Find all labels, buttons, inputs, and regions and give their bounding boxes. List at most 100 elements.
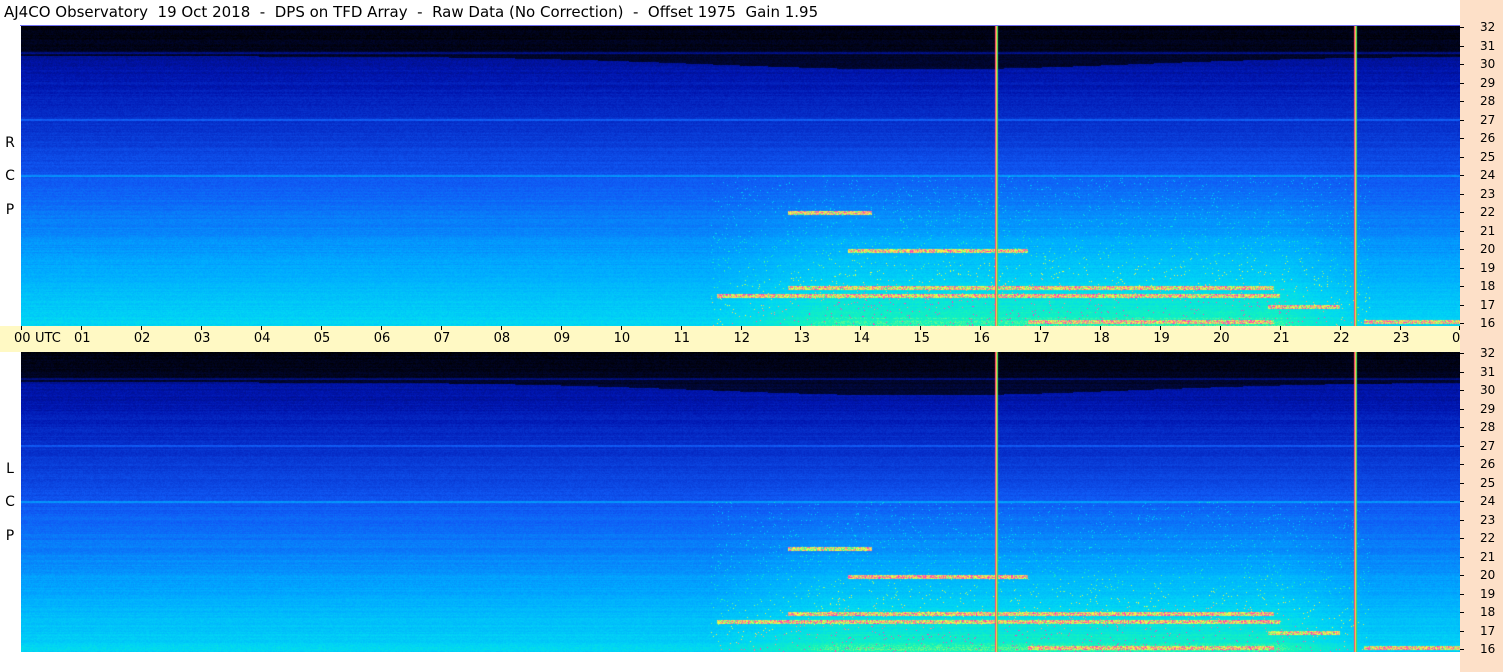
- lcp-freq-label: 32: [1480, 346, 1496, 360]
- utc-tick: [1220, 326, 1222, 330]
- utc-tick-label: 09: [553, 331, 571, 346]
- lcp-freq-label: 18: [1480, 605, 1496, 619]
- utc-time-axis: 00 UTC 01 02 03 04 05 06 07 08 09 10 11 12 13 14 15 16 17 1…: [0, 326, 1498, 352]
- lcp-freq-tick: [1460, 612, 1464, 613]
- utc-tick-label: 00: [14, 331, 31, 346]
- rcp-freq-label: 19: [1480, 260, 1496, 275]
- rcp-freq-label: 29: [1480, 75, 1496, 90]
- utc-tick-label: 01: [73, 331, 91, 346]
- rcp-spectrogram: [21, 26, 1460, 326]
- rcp-freq-tick: [1460, 27, 1464, 28]
- lcp-freq-label: 22: [1480, 531, 1496, 545]
- lcp-spectrogram: [21, 352, 1460, 652]
- utc-tick-label: 13: [793, 331, 810, 346]
- utc-tick: [200, 326, 202, 330]
- utc-tick: [380, 326, 382, 330]
- lcp-freq-tick: [1460, 482, 1464, 484]
- lcp-letter-p: P: [5, 528, 15, 544]
- utc-tick: [21, 326, 22, 330]
- lcp-freq-label: 21: [1480, 549, 1496, 564]
- rcp-freq-tick: [1460, 249, 1464, 250]
- rcp-freq-tick: [1460, 286, 1464, 287]
- rcp-freq-tick: [1460, 212, 1464, 213]
- lcp-freq-tick: [1460, 538, 1464, 539]
- utc-tick-label: 22: [1333, 331, 1350, 346]
- utc-tick: [500, 326, 502, 330]
- utc-tick-label: 12: [733, 331, 751, 346]
- rcp-letter-c: C: [5, 168, 15, 184]
- rcp-freq-tick: [1460, 101, 1464, 102]
- lcp-freq-tick: [1460, 427, 1464, 428]
- utc-tick-label: 11: [673, 331, 691, 346]
- utc-tick: [1400, 326, 1402, 330]
- rcp-freq-label: 25: [1480, 149, 1496, 164]
- rcp-letter-r: R: [5, 135, 15, 151]
- utc-tick-label: 06: [373, 331, 391, 346]
- lcp-freq-label: 26: [1480, 457, 1496, 471]
- rcp-freq-tick: [1460, 267, 1464, 269]
- rcp-freq-label: 32: [1480, 20, 1496, 34]
- utc-tick-label: 19: [1153, 331, 1170, 346]
- utc-tick-label: 14: [853, 331, 870, 346]
- utc-tick: [440, 326, 442, 330]
- lcp-freq-tick: [1460, 556, 1464, 558]
- rcp-freq-label: 31: [1480, 38, 1496, 53]
- lcp-freq-tick: [1460, 519, 1464, 521]
- lcp-freq-tick: [1460, 445, 1464, 447]
- utc-tick-label: 20: [1213, 331, 1230, 346]
- lcp-letter-c: C: [5, 494, 15, 510]
- lcp-freq-label: 30: [1480, 383, 1496, 397]
- rcp-freq-label: 27: [1480, 112, 1496, 127]
- rcp-freq-tick: [1460, 175, 1464, 176]
- rcp-freq-tick: [1460, 193, 1464, 195]
- lcp-freq-label: 28: [1480, 420, 1496, 434]
- utc-unit-label: UTC: [35, 331, 61, 346]
- lcp-freq-label: 23: [1480, 512, 1496, 527]
- rcp-freq-label: 18: [1480, 279, 1496, 293]
- utc-tick-label: 05: [313, 331, 331, 346]
- lcp-freq-tick: [1460, 593, 1464, 595]
- utc-tick-label: 03: [193, 331, 211, 346]
- lcp-freq-label: 25: [1480, 475, 1496, 490]
- rcp-freq-tick: [1460, 45, 1464, 47]
- utc-tick-label: 23: [1393, 331, 1410, 346]
- lcp-freq-tick: [1460, 649, 1464, 650]
- lcp-freq-tick: [1460, 353, 1464, 354]
- utc-tick-label: 07: [433, 331, 451, 346]
- rcp-freq-tick: [1460, 323, 1464, 324]
- rcp-freq-tick: [1460, 230, 1464, 232]
- utc-tick-label: 08: [493, 331, 511, 346]
- rcp-freq-label: 26: [1480, 131, 1496, 145]
- utc-tick: [1040, 326, 1042, 330]
- utc-tick-label: 18: [1093, 331, 1110, 346]
- lcp-freq-label: 29: [1480, 401, 1496, 416]
- rcp-freq-tick: [1460, 82, 1464, 84]
- utc-tick: [320, 326, 322, 330]
- rcp-freq-label: 24: [1480, 168, 1496, 182]
- rcp-freq-label: 22: [1480, 205, 1496, 219]
- utc-tick-label: 16: [973, 331, 990, 346]
- utc-tick: [560, 326, 562, 330]
- utc-tick: [1160, 326, 1162, 330]
- rcp-freq-tick: [1460, 64, 1464, 65]
- utc-tick: [260, 326, 262, 330]
- lcp-freq-tick: [1460, 390, 1464, 391]
- utc-tick: [80, 326, 82, 330]
- lcp-letter-l: L: [6, 461, 14, 477]
- lcp-freq-tick: [1460, 408, 1464, 410]
- rcp-freq-label: 20: [1480, 242, 1496, 256]
- lcp-freq-label: 20: [1480, 568, 1496, 582]
- lcp-freq-tick: [1460, 501, 1464, 502]
- lcp-freq-tick: [1460, 371, 1464, 373]
- utc-tick: [920, 326, 922, 330]
- rcp-freq-label: 17: [1480, 297, 1496, 312]
- rcp-freq-tick: [1460, 304, 1464, 306]
- rcp-freq-label: 23: [1480, 186, 1496, 201]
- lcp-freq-label: 27: [1480, 438, 1496, 453]
- lcp-label-strip: L C P: [0, 352, 20, 652]
- rcp-freq-label: 30: [1480, 57, 1496, 71]
- rcp-freq-label: 21: [1480, 223, 1496, 238]
- utc-tick-label: 04: [253, 331, 271, 346]
- utc-tick: [620, 326, 622, 330]
- rcp-letter-p: P: [5, 202, 15, 218]
